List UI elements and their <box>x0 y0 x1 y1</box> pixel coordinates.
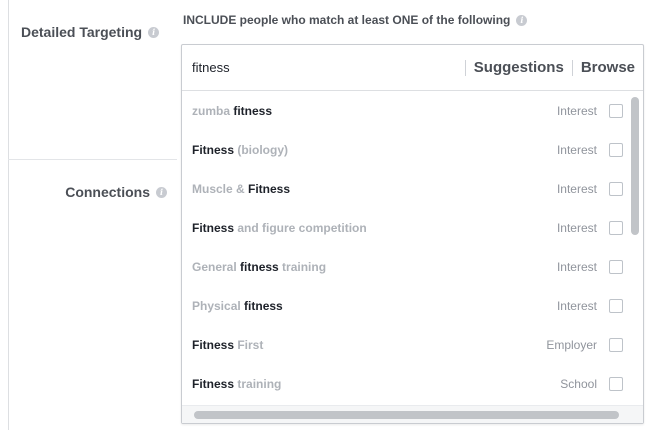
result-checkbox[interactable] <box>609 376 623 391</box>
result-title: Fitness (biology) <box>192 143 557 157</box>
connections-label: Connections i <box>65 184 167 200</box>
result-type: Interest <box>556 103 597 118</box>
include-header: INCLUDE people who match at least ONE of… <box>183 13 528 27</box>
detailed-targeting-text: Detailed Targeting <box>21 24 143 40</box>
result-type: Interest <box>556 259 597 274</box>
vertical-scrollbar[interactable] <box>631 97 639 235</box>
result-checkbox[interactable] <box>609 103 623 118</box>
detailed-targeting-label: Detailed Targeting i <box>21 24 160 40</box>
context-text: Physical <box>192 298 245 313</box>
context-text: First <box>234 337 264 352</box>
result-title: Fitness training <box>192 377 560 391</box>
match-text: Fitness <box>248 181 291 196</box>
result-item[interactable]: Fitness training School <box>182 364 643 403</box>
result-checkbox[interactable] <box>609 337 623 352</box>
search-input[interactable] <box>182 45 465 90</box>
result-type: Employer <box>546 337 597 352</box>
result-type: Interest <box>556 181 597 196</box>
result-title: Fitness First <box>192 338 546 352</box>
result-type: Interest <box>556 142 597 157</box>
context-text: (biology) <box>234 142 289 157</box>
info-icon[interactable]: i <box>148 26 160 38</box>
result-type: Interest <box>556 298 597 313</box>
left-divider-horizontal <box>8 159 177 160</box>
context-text: training <box>278 259 327 274</box>
result-item[interactable]: zumba fitness Interest <box>182 91 643 130</box>
context-text: training <box>234 376 282 391</box>
browse-link[interactable]: Browse <box>573 59 643 76</box>
result-title: General fitness training <box>192 260 557 274</box>
match-text: Fitness <box>192 337 235 352</box>
result-title: Muscle & Fitness <box>192 182 557 196</box>
result-item[interactable]: General fitness training Interest <box>182 247 643 286</box>
result-checkbox[interactable] <box>609 181 623 196</box>
result-item[interactable]: Muscle & Fitness Interest <box>182 169 643 208</box>
horizontal-scrollbar[interactable] <box>194 411 619 419</box>
match-text: Fitness <box>192 142 235 157</box>
result-title: zumba fitness <box>192 104 557 118</box>
results-list: zumba fitness Interest Fitness (biology) In… <box>182 91 643 404</box>
match-text: fitness <box>244 298 283 313</box>
context-text: and figure competition <box>234 220 367 235</box>
info-icon[interactable]: i <box>516 14 528 26</box>
left-column: Detailed Targeting i Connections i <box>0 0 177 430</box>
info-icon[interactable]: i <box>156 186 167 198</box>
result-item[interactable]: Fitness and figure competition Interest <box>182 208 643 247</box>
targeting-search-panel: Suggestions Browse zumba fitnessInterest… <box>181 44 644 424</box>
result-item[interactable]: Fitness First Employer <box>182 325 643 364</box>
result-type: Interest <box>556 220 597 235</box>
horizontal-scroll-track <box>182 405 643 423</box>
context-text: zumba <box>192 103 234 118</box>
match-text: Fitness <box>192 376 235 391</box>
include-header-text: INCLUDE people who match at least ONE of… <box>183 13 511 27</box>
result-item[interactable]: Physical fitness Interest <box>182 286 643 325</box>
result-title: Fitness and figure competition <box>192 221 557 235</box>
match-text: fitness <box>233 103 273 118</box>
result-checkbox[interactable] <box>609 259 623 274</box>
left-divider-vertical <box>8 0 9 430</box>
result-checkbox[interactable] <box>609 298 623 313</box>
search-row: Suggestions Browse <box>182 45 643 91</box>
result-title: Physical fitness <box>192 299 557 313</box>
match-text: fitness <box>240 259 279 274</box>
context-text: Muscle & <box>192 181 249 196</box>
result-type: School <box>560 376 597 391</box>
result-item[interactable]: Fitness (biology) Interest <box>182 130 643 169</box>
context-text: General <box>192 259 241 274</box>
result-checkbox[interactable] <box>609 220 623 235</box>
connections-text: Connections <box>65 184 150 200</box>
suggestions-link[interactable]: Suggestions <box>466 59 572 76</box>
match-text: Fitness <box>192 220 235 235</box>
result-checkbox[interactable] <box>609 142 623 157</box>
